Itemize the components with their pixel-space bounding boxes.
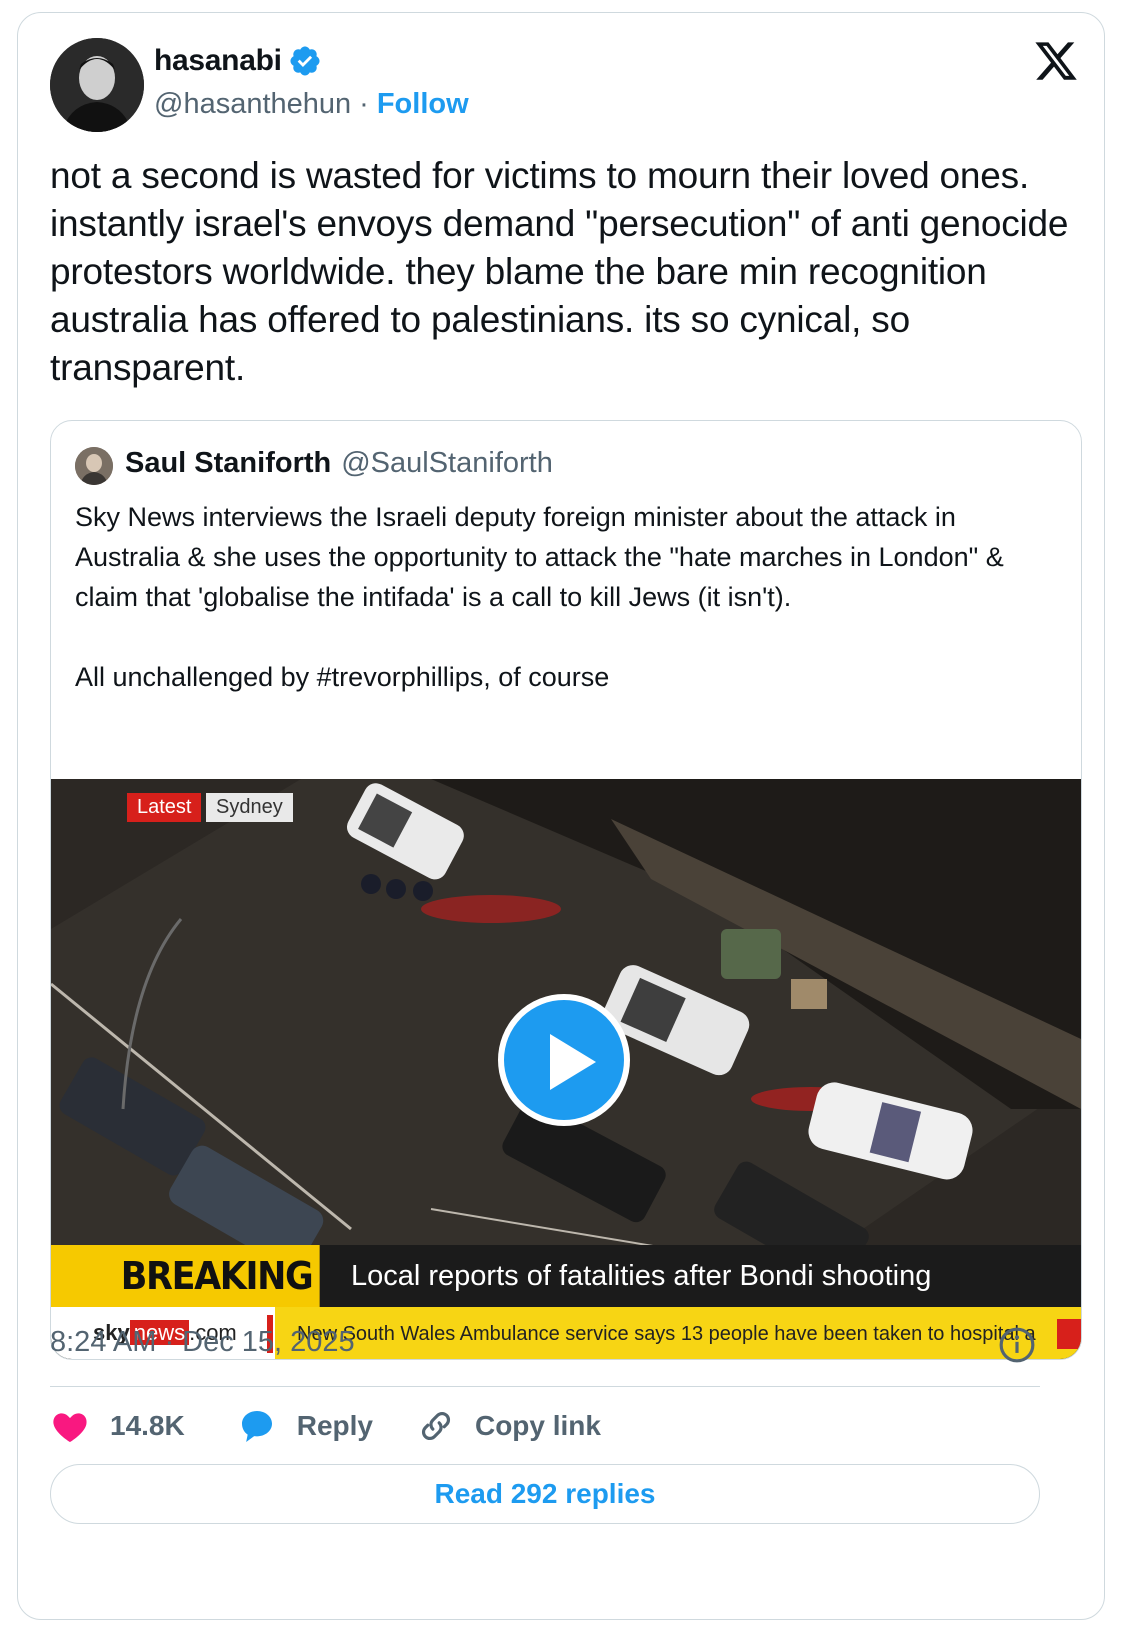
ticker-text: New South Wales Ambulance service says 1…: [297, 1323, 1036, 1345]
reply-label: Reply: [296, 1410, 373, 1441]
quote-display-name[interactable]: Saul Staniforth: [125, 447, 331, 480]
separator: ·: [359, 88, 369, 120]
tweet-text: not a second is wasted for victims to mo…: [50, 155, 1069, 388]
latest-tag: Latest: [127, 793, 202, 822]
breaking-news-label: BREAKING NEWS: [51, 1245, 320, 1359]
author-display-name[interactable]: hasanabi: [154, 44, 282, 78]
copy-link-button[interactable]: Copy link: [417, 1407, 601, 1445]
divider: [50, 1386, 1040, 1387]
play-button[interactable]: [498, 994, 630, 1126]
breaking-news-headline: Local reports of fatalities after Bondi …: [351, 1260, 932, 1292]
heart-icon: [53, 1413, 87, 1442]
video-player[interactable]: Latest Sydney BREAKING NEWS Local report…: [51, 779, 1081, 1359]
avatar[interactable]: [50, 38, 144, 132]
x-logo-icon[interactable]: [1033, 38, 1079, 84]
like-button[interactable]: 14.8K: [50, 1406, 185, 1446]
action-bar: 14.8K Reply Copy link: [50, 1400, 601, 1452]
like-count: 14.8K: [110, 1410, 185, 1441]
author-handle-row: @hasanthehun · Follow: [154, 88, 469, 121]
news-ticker: New South Wales Ambulance service says 1…: [275, 1307, 1081, 1359]
quote-text: Sky News interviews the Israeli deputy f…: [75, 502, 1004, 692]
tweet-timestamp[interactable]: 8:24 AM · Dec 15, 2025: [50, 1326, 355, 1359]
play-icon: [550, 1034, 596, 1090]
location-tag: Sydney: [206, 793, 293, 822]
sky-badge-icon: [1057, 1319, 1081, 1349]
copy-link-label: Copy link: [474, 1410, 601, 1441]
read-replies-button[interactable]: Read 292 replies: [50, 1464, 1040, 1524]
verified-badge-icon: [290, 46, 320, 76]
quote-handle[interactable]: @SaulStaniforth: [341, 447, 553, 480]
link-icon: [421, 1412, 450, 1440]
quoted-tweet[interactable]: Saul Staniforth @SaulStaniforth Sky News…: [50, 420, 1082, 1360]
quote-avatar[interactable]: [75, 447, 113, 485]
reply-bubble-icon: [241, 1411, 272, 1442]
author-handle[interactable]: @hasanthehun: [154, 88, 351, 121]
reply-button[interactable]: Reply: [237, 1406, 373, 1446]
info-icon[interactable]: [998, 1326, 1036, 1364]
author-name-row: hasanabi: [154, 44, 322, 78]
follow-button[interactable]: Follow: [377, 88, 469, 121]
quote-author-row: Saul Staniforth @SaulStaniforth: [125, 447, 553, 480]
